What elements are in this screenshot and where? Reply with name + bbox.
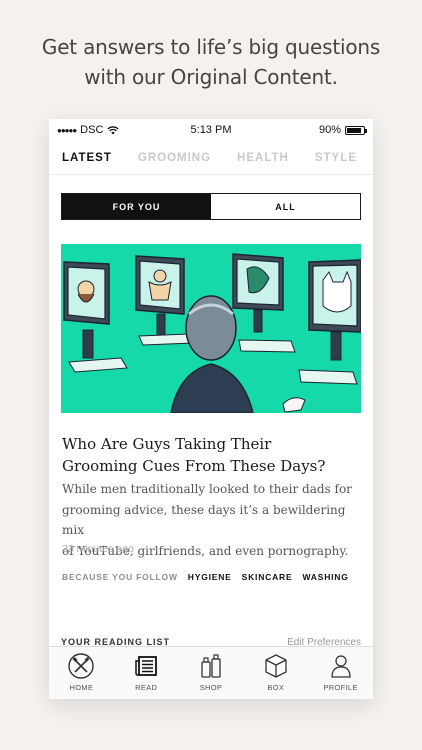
promo-line-1: Get answers to life’s big questions: [41, 35, 381, 59]
article-hero-image[interactable]: [61, 244, 361, 413]
excerpt-line-1: While men traditionally looked to their …: [62, 482, 352, 496]
bottom-tab-bar: HOME READ SHOP BOX PROFILE: [49, 646, 373, 699]
status-bar: ●●●●● DSC 5:13 PM 90%: [49, 119, 373, 141]
bottles-icon: [201, 654, 221, 678]
wifi-icon: [107, 125, 120, 134]
article-timestamp: 33 minutes ago: [62, 543, 134, 555]
phone-screen: ●●●●● DSC 5:13 PM 90% LATEST GROOMING HE…: [49, 119, 373, 699]
signal-dots-icon: ●●●●●: [57, 125, 77, 135]
promo-headline: Get answers to life’s big questions with…: [0, 32, 422, 92]
tab-home[interactable]: HOME: [49, 647, 114, 699]
category-tabs: LATEST GROOMING HEALTH STYLE W: [49, 141, 373, 175]
carrier-label: DSC: [80, 124, 104, 136]
tab-profile-label: PROFILE: [323, 683, 358, 692]
tab-shop-label: SHOP: [199, 683, 223, 692]
article-title-line-2: Grooming Cues From These Days?: [62, 457, 326, 475]
promo-line-2: with our Original Content.: [84, 65, 338, 89]
tag-skincare[interactable]: SKINCARE: [242, 572, 293, 582]
tab-style[interactable]: STYLE: [315, 152, 357, 164]
tab-shop[interactable]: SHOP: [179, 647, 244, 699]
newspaper-icon: [135, 656, 158, 676]
battery-percent: 90%: [318, 124, 341, 136]
article-tags: BECAUSE YOU FOLLOW HYGIENE SKINCARE WASH…: [62, 572, 349, 582]
cube-icon: [265, 654, 287, 678]
excerpt-line-2: grooming advice, these days it’s a bewil…: [62, 502, 346, 538]
tab-home-label: HOME: [69, 683, 94, 692]
because-you-follow-label: BECAUSE YOU FOLLOW: [62, 572, 178, 582]
crossed-tools-icon: [68, 653, 95, 679]
battery-icon: [345, 125, 367, 135]
tab-profile[interactable]: PROFILE: [308, 647, 373, 699]
tab-grooming[interactable]: GROOMING: [138, 152, 211, 164]
tab-read[interactable]: READ: [114, 647, 179, 699]
tab-box-label: BOX: [267, 683, 285, 692]
all-button[interactable]: ALL: [211, 194, 360, 219]
for-you-button[interactable]: FOR YOU: [62, 194, 211, 219]
reading-list-header: YOUR READING LIST Edit Preferences: [49, 611, 373, 651]
feed-filter-toggle: FOR YOU ALL: [61, 193, 361, 220]
article-title[interactable]: Who Are Guys Taking Their Grooming Cues …: [62, 433, 352, 477]
tag-washing[interactable]: WASHING: [302, 572, 348, 582]
article-title-line-1: Who Are Guys Taking Their: [62, 435, 272, 453]
feed: FOR YOU ALL Who Are Guys Taking Their Gr…: [49, 175, 373, 633]
tab-read-label: READ: [135, 683, 158, 692]
tag-hygiene[interactable]: HYGIENE: [188, 572, 232, 582]
tab-latest[interactable]: LATEST: [62, 152, 112, 164]
person-icon: [330, 655, 351, 678]
tab-box[interactable]: BOX: [243, 647, 308, 699]
tab-health[interactable]: HEALTH: [237, 152, 289, 164]
illustration-man-at-monitors: [61, 244, 361, 413]
